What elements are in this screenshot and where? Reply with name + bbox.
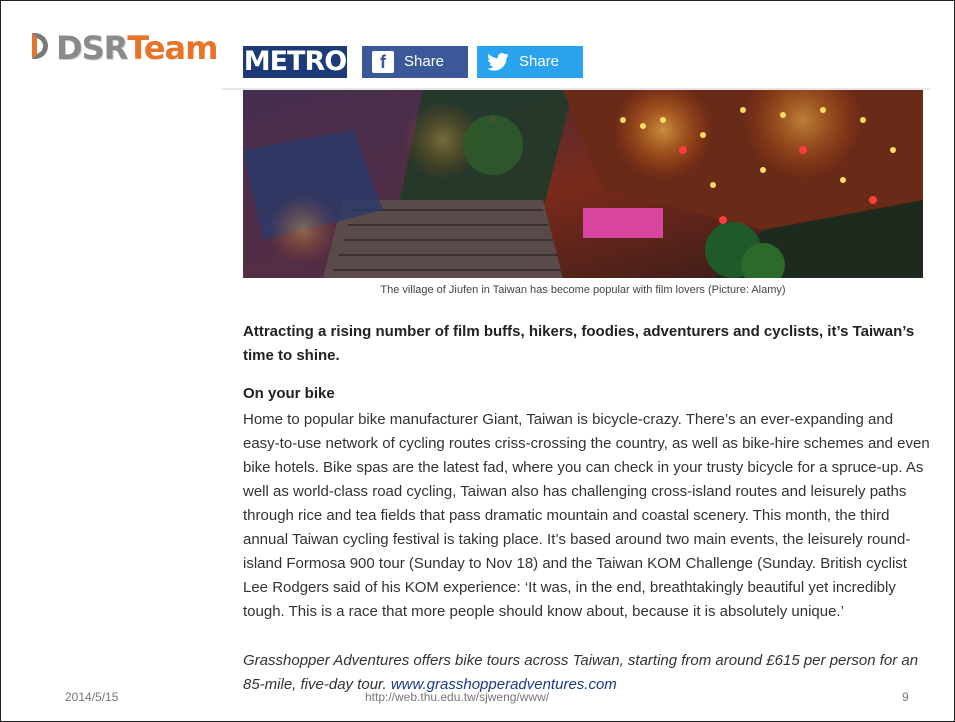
article-body: Home to popular bike manufacturer Giant,…: [243, 411, 930, 620]
twitter-share-button[interactable]: Share: [477, 46, 583, 78]
logo-text-dsr: DSR: [56, 29, 128, 67]
logo-mark-icon: [32, 33, 54, 63]
photo-caption: The village of Jiufen in Taiwan has beco…: [380, 284, 786, 296]
article-lead: Attracting a rising number of film buffs…: [243, 323, 915, 364]
footer-url: http://web.thu.edu.tw/sjweng/www/: [365, 690, 550, 704]
twitter-icon: [487, 51, 509, 73]
jiufen-photo: [243, 90, 923, 278]
footer-date: 2014/5/15: [65, 690, 119, 704]
page-number: 9: [902, 690, 909, 704]
dsrteam-logo: DSR Team: [32, 28, 218, 68]
twitter-share-label: Share: [519, 53, 560, 70]
metro-logo: METRO: [243, 46, 347, 78]
section-title: On your bike: [243, 385, 335, 402]
facebook-icon: f: [372, 51, 394, 73]
facebook-share-label: Share: [404, 53, 445, 70]
logo-text-team: Team: [127, 29, 218, 67]
article-promo: Grasshopper Adventures offers bike tours…: [243, 649, 933, 697]
facebook-share-button[interactable]: f Share: [362, 46, 468, 78]
